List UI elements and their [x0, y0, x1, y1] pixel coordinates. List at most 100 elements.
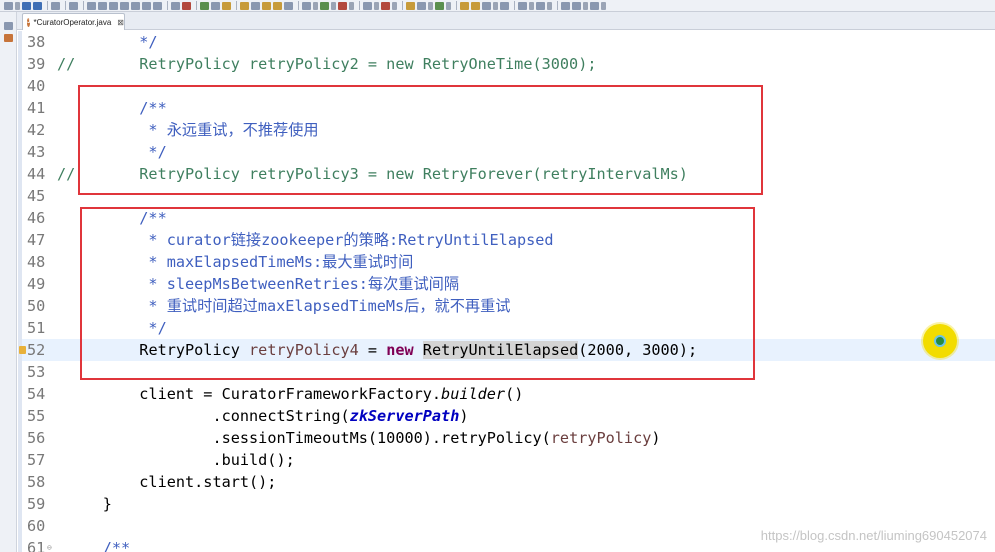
warning-marker-icon[interactable] — [19, 346, 26, 354]
package-explorer-icon[interactable] — [4, 34, 13, 42]
code-line: 55 .connectString(zkServerPath) — [22, 405, 995, 427]
previous-annotation-dropdown-icon[interactable] — [547, 1, 552, 10]
main-toolbar — [0, 0, 995, 12]
suspend-icon[interactable] — [98, 1, 107, 10]
task-dropdown-icon[interactable] — [374, 1, 379, 10]
line-number: 50 — [27, 297, 46, 315]
next-annotation-dropdown-icon[interactable] — [529, 1, 534, 10]
cursor-icon — [934, 335, 946, 347]
editor-tab-bar — [0, 12, 995, 30]
close-icon[interactable]: ⊠ — [117, 18, 124, 27]
web-browser-icon[interactable] — [435, 1, 444, 10]
skip-breakpoints-icon[interactable] — [182, 1, 191, 10]
step-over-icon[interactable] — [142, 1, 151, 10]
debug-icon[interactable] — [200, 1, 209, 10]
new-folder-icon[interactable] — [273, 1, 282, 10]
toolbar-divider — [167, 1, 168, 10]
mark-dropdown-icon[interactable] — [493, 1, 498, 10]
code-line: 39 // RetryPolicy retryPolicy2 = new Ret… — [22, 53, 995, 75]
block-selection-icon[interactable] — [500, 1, 509, 10]
annotation-box-retry-until-elapsed — [80, 207, 755, 380]
restore-icon[interactable] — [4, 22, 13, 30]
resume-icon[interactable] — [87, 1, 96, 10]
web-browser-dropdown-icon[interactable] — [446, 1, 451, 10]
tab-curator-operator[interactable]: J *CuratorOperator.java ⊠ — [22, 13, 125, 30]
line-number: 59 — [27, 495, 46, 513]
code-line: 57 .build(); — [22, 449, 995, 471]
back-icon[interactable] — [572, 1, 581, 10]
disconnect-icon[interactable] — [120, 1, 129, 10]
new-dropdown-icon[interactable] — [15, 1, 20, 10]
new-class-icon[interactable] — [262, 1, 271, 10]
pin-icon[interactable] — [69, 1, 78, 10]
external-tools-icon[interactable] — [338, 1, 347, 10]
fold-toggle-icon[interactable]: ⊖ — [47, 537, 52, 552]
step-into-icon[interactable] — [131, 1, 140, 10]
line-number: 38 — [27, 33, 46, 51]
static-method: builder — [441, 385, 506, 403]
terminate-icon[interactable] — [109, 1, 118, 10]
run-dropdown-icon[interactable] — [331, 1, 336, 10]
line-number: 39 — [27, 55, 46, 73]
settings-dropdown-icon[interactable] — [313, 1, 318, 10]
server-icon[interactable] — [211, 1, 220, 10]
new-package-icon[interactable] — [251, 1, 260, 10]
external-tools-dropdown-icon[interactable] — [349, 1, 354, 10]
previous-annotation-icon[interactable] — [536, 1, 545, 10]
bookmark-dropdown-icon[interactable] — [392, 1, 397, 10]
last-edit-location-icon[interactable] — [561, 1, 570, 10]
line-number: 42 — [27, 121, 46, 139]
code-text: /** — [57, 539, 131, 552]
code-line: 59 } — [22, 493, 995, 515]
save-all-icon[interactable] — [33, 1, 42, 10]
code-segment: () — [505, 385, 524, 403]
forward-dropdown-icon[interactable] — [601, 1, 606, 10]
toolbar-divider — [47, 1, 48, 10]
new-icon[interactable] — [4, 1, 13, 10]
line-number: 48 — [27, 253, 46, 271]
settings-icon[interactable] — [302, 1, 311, 10]
code-text: .sessionTimeoutMs(10000).retryPolicy(ret… — [57, 427, 660, 449]
toolbar-divider — [236, 1, 237, 10]
code-text: .build(); — [57, 451, 295, 469]
line-number: 44 — [27, 165, 46, 183]
line-number: 55 — [27, 407, 46, 425]
java-file-icon: J — [27, 17, 31, 27]
refresh-icon[interactable] — [222, 1, 231, 10]
code-segment: .sessionTimeoutMs(10000).retryPolicy( — [212, 429, 551, 447]
line-number: 56 — [27, 429, 46, 447]
toggle-mark-occurrences-icon[interactable] — [482, 1, 491, 10]
open-project-icon[interactable] — [406, 1, 415, 10]
back-dropdown-icon[interactable] — [583, 1, 588, 10]
bookmark-icon[interactable] — [381, 1, 390, 10]
line-number: 47 — [27, 231, 46, 249]
open-type-icon[interactable] — [240, 1, 249, 10]
use-step-filters-icon[interactable] — [171, 1, 180, 10]
static-field: zkServerPath — [349, 407, 460, 425]
open-console-icon[interactable] — [460, 1, 469, 10]
code-segment: client = CuratorFrameworkFactory. — [139, 385, 442, 403]
toolbar-divider — [65, 1, 66, 10]
code-text: client = CuratorFrameworkFactory.builder… — [57, 383, 523, 405]
task-icon[interactable] — [363, 1, 372, 10]
show-whitespace-icon[interactable] — [471, 1, 480, 10]
search-icon[interactable] — [417, 1, 426, 10]
print-icon[interactable] — [51, 1, 60, 10]
toolbar-divider — [456, 1, 457, 10]
forward-icon[interactable] — [590, 1, 599, 10]
line-number: 57 — [27, 451, 46, 469]
step-return-icon[interactable] — [153, 1, 162, 10]
code-text: client.start(); — [57, 473, 277, 491]
toolbar-divider — [557, 1, 558, 10]
line-number: 41 — [27, 99, 46, 117]
code-segment: ) — [459, 407, 469, 425]
line-number: 53 — [27, 363, 46, 381]
line-number: 58 — [27, 473, 46, 491]
line-number: 40 — [27, 77, 46, 95]
new-file-icon[interactable] — [284, 1, 293, 10]
save-icon[interactable] — [22, 1, 31, 10]
next-annotation-icon[interactable] — [518, 1, 527, 10]
search-dropdown-icon[interactable] — [428, 1, 433, 10]
run-icon[interactable] — [320, 1, 329, 10]
code-line: 58 client.start(); — [22, 471, 995, 493]
